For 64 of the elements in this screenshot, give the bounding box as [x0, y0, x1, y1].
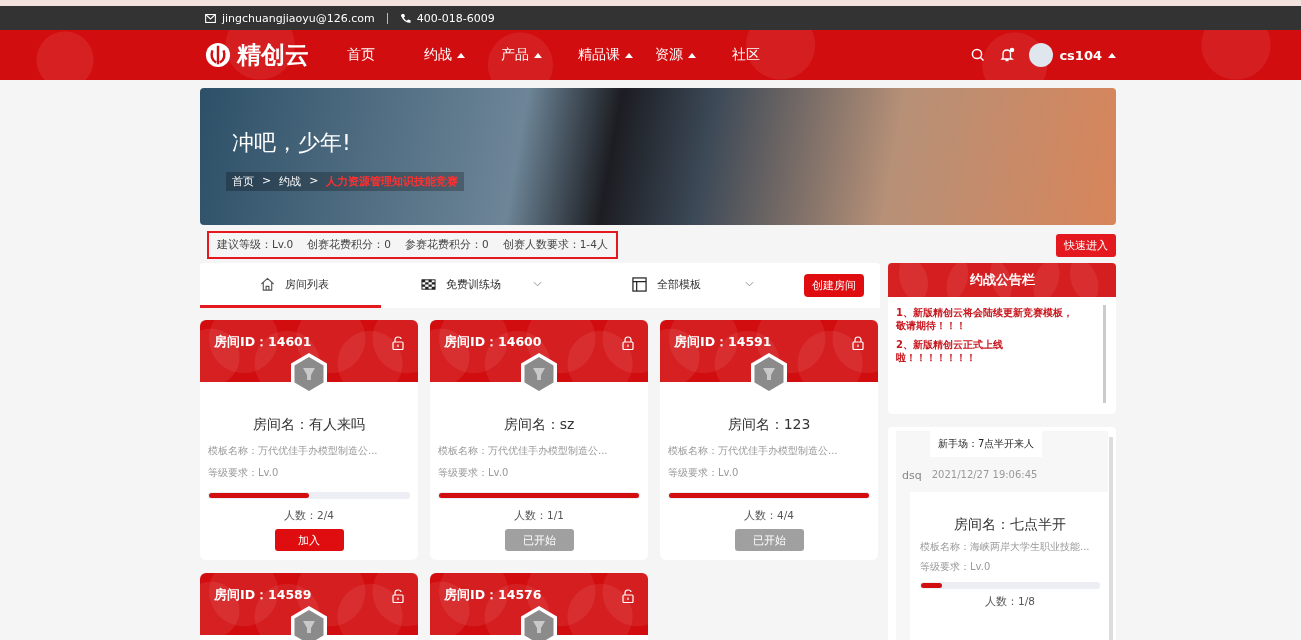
level-requirement: 等级要求：Lv.0: [438, 466, 510, 480]
notice-header: 约战公告栏: [888, 263, 1116, 297]
layout-icon: [632, 276, 648, 292]
username: dsq: [902, 469, 922, 482]
level-requirement: 等级要求：Lv.0: [668, 466, 740, 480]
nav-link[interactable]: 精品课: [578, 46, 655, 64]
quick-enter-button[interactable]: 快速进入: [1056, 233, 1116, 257]
create-room-button[interactable]: 创建房间: [804, 274, 864, 297]
room-id: 房间ID：14600: [444, 334, 542, 351]
tab[interactable]: 免费训练场: [380, 263, 593, 308]
level-requirement: 等级要求：Lv.0: [208, 466, 280, 480]
notice-text: 1、新版精创云将会陆续更新竞赛模板，敬请期待！！！: [896, 306, 1074, 332]
template-name: 模板名称：海峡两岸大学生职业技能...: [920, 540, 1091, 554]
tab[interactable]: 房间列表: [200, 263, 381, 308]
requirement-text: 参赛花费积分：0: [404, 238, 489, 252]
player-count: 人数：2/4: [283, 509, 335, 523]
room-name: 房间名：七点半开: [953, 516, 1067, 534]
requirement-text: 建议等级：Lv.0: [217, 238, 294, 252]
room-name: 房间名：123: [726, 416, 812, 434]
room-id: 房间ID：14591: [674, 334, 772, 351]
room-id: 房间ID：14576: [444, 587, 542, 604]
room-id: 房间ID：14589: [214, 587, 312, 604]
logo-icon: [205, 42, 231, 68]
nav-link[interactable]: 社区: [732, 46, 809, 64]
nav-link[interactable]: 产品: [501, 46, 578, 64]
caret-icon: [1108, 52, 1116, 58]
requirement-text: 创赛人数要求：1-4人: [502, 238, 608, 252]
chat-message: 新手场：7点半开来人: [930, 431, 1043, 457]
mail-icon: [205, 13, 216, 23]
avatar: [1029, 43, 1054, 67]
started-button: 已开始: [504, 529, 574, 551]
breadcrumb-link[interactable]: 首页: [232, 174, 254, 189]
template-name: 模板名称：万代优佳手办模型制造公...: [208, 444, 379, 458]
room-id: 房间ID：14601: [214, 334, 312, 351]
breadcrumb-link[interactable]: 约战: [279, 174, 302, 189]
home-icon: [260, 276, 275, 292]
phone-text: 400-018-6009: [416, 11, 495, 25]
breadcrumb-separator: >: [309, 174, 319, 189]
breadcrumb-separator: >: [262, 174, 272, 189]
room-name: 房间名：有人来吗: [252, 416, 366, 434]
search-icon[interactable]: [971, 48, 986, 62]
notice-text: 2、新版精创云正式上线啦！！！！！！！: [896, 338, 1004, 364]
room-name: 房间名：sz: [502, 416, 576, 434]
logo[interactable]: 精创云: [205, 39, 309, 71]
nav-link[interactable]: 首页: [347, 46, 424, 64]
started-button: 已开始: [734, 529, 804, 551]
player-count: 人数：1/8: [984, 595, 1036, 609]
player-count: 人数：4/4: [743, 509, 795, 523]
email-text: jingchuangjiaoyu@126.com: [222, 11, 375, 25]
nav-link[interactable]: 资源: [655, 46, 732, 64]
player-count: 人数：1/1: [513, 509, 565, 523]
join-button[interactable]: 加入: [274, 529, 344, 551]
level-requirement: 等级要求：Lv.0: [920, 560, 992, 574]
template-name: 模板名称：万代优佳手办模型制造公...: [668, 444, 839, 458]
requirement-text: 创赛花费积分：0: [307, 238, 391, 252]
user-menu[interactable]: cs104: [1029, 43, 1116, 67]
phone-icon: [399, 12, 411, 24]
template-name: 模板名称：万代优佳手办模型制造公...: [438, 444, 609, 458]
timestamp: 2021/12/27 19:06:45: [931, 469, 1038, 482]
tab[interactable]: 全部模板: [592, 263, 804, 308]
checkered-flag-icon: [420, 276, 436, 292]
nav-link[interactable]: 约战: [424, 46, 501, 64]
banner-title: 冲吧，少年!: [232, 129, 352, 157]
bell-icon[interactable]: [999, 47, 1016, 63]
